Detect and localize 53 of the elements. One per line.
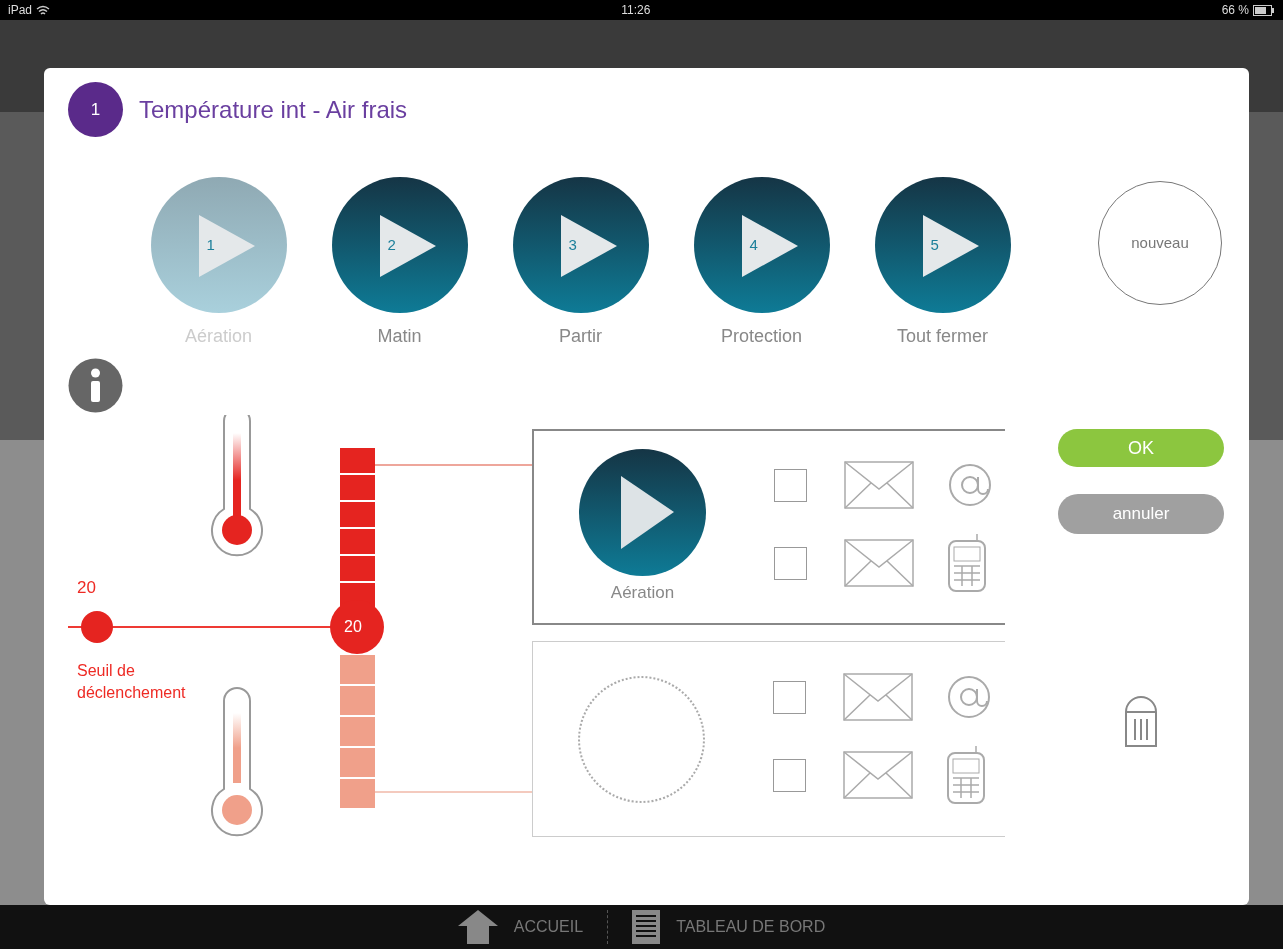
cancel-button[interactable]: annuler — [1058, 494, 1224, 534]
checkbox[interactable] — [774, 546, 807, 580]
scene-label: Aération — [610, 581, 675, 604]
checkbox[interactable] — [774, 468, 807, 502]
scene-button[interactable] — [579, 448, 706, 576]
envelope-icon — [843, 673, 913, 721]
scene-number: 5 — [930, 235, 939, 255]
scene-label: Partir — [558, 325, 603, 348]
scene-button[interactable]: 2 — [331, 177, 468, 313]
mobile-phone-icon — [947, 533, 987, 593]
threshold-slider-handle[interactable] — [81, 611, 113, 643]
battery-percent: 66 % — [1221, 2, 1249, 19]
envelope-icon — [844, 461, 914, 509]
wifi-icon — [36, 4, 51, 16]
scene-button[interactable]: 5 — [874, 177, 1011, 313]
step-number: 1 — [68, 82, 123, 137]
play-icon — [198, 215, 255, 277]
info-icon[interactable] — [68, 358, 123, 413]
scene-button[interactable]: 3 — [512, 177, 649, 313]
nav-link-label[interactable]: ACCUEIL — [513, 915, 584, 939]
scene-label: Matin — [376, 325, 423, 348]
at-sign-icon — [946, 674, 992, 720]
envelope-icon — [843, 751, 913, 799]
list-icon[interactable] — [632, 910, 661, 944]
play-icon — [922, 215, 979, 277]
thermometer-hot-icon — [211, 415, 263, 557]
play-icon — [379, 215, 436, 277]
ok-button[interactable]: OK — [1058, 429, 1224, 467]
threshold-value: 20 — [77, 577, 96, 599]
mobile-phone-icon — [946, 745, 986, 805]
battery-icon — [1253, 4, 1275, 16]
play-icon — [560, 215, 617, 277]
status-time: 11:26 — [621, 2, 651, 19]
scene-number: 2 — [387, 235, 396, 255]
home-icon[interactable] — [457, 910, 498, 944]
checkbox[interactable] — [773, 680, 806, 714]
scene-number: 4 — [749, 235, 758, 255]
nav-link-label[interactable]: TABLEAU DE BORD — [676, 915, 826, 939]
scene-number: 3 — [568, 235, 577, 255]
at-sign-icon — [947, 462, 993, 508]
marker-value: 20 — [344, 617, 362, 637]
threshold-label: Seuil de déclenchement — [77, 661, 187, 703]
scene-button[interactable]: 4 — [693, 177, 830, 313]
checkbox[interactable] — [773, 758, 806, 792]
dialog-title: Température int - Air frais — [139, 94, 408, 125]
play-icon — [741, 215, 798, 277]
envelope-icon — [844, 539, 914, 587]
thermometer-cool-icon — [211, 687, 263, 837]
scene-label: Protection — [719, 325, 803, 348]
scene-number: 1 — [206, 235, 215, 255]
new-scene-button[interactable]: nouveau — [1098, 181, 1222, 305]
carrier-label: iPad — [8, 2, 33, 19]
scene-label: Tout fermer — [896, 325, 989, 348]
